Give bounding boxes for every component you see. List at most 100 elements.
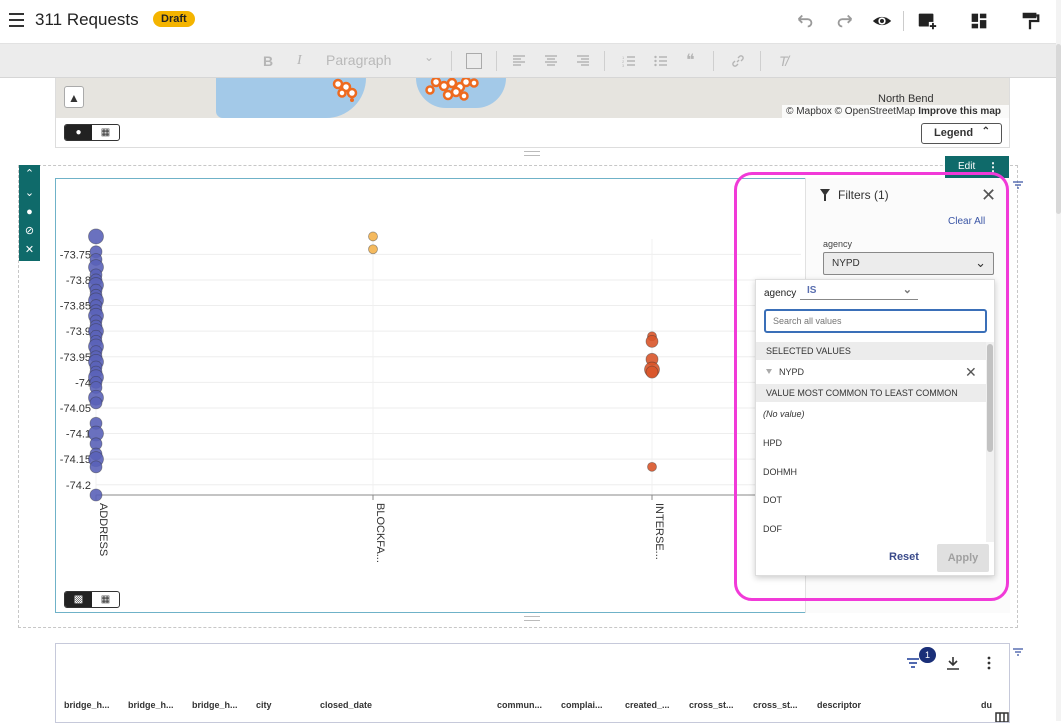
table-filter-icon[interactable] <box>906 657 920 669</box>
improve-map-link[interactable]: Improve this map <box>918 106 1001 117</box>
widget-side-tools: ⌃ ⌄ ● ⊘ ✕ <box>19 165 40 261</box>
more-options-icon[interactable]: ⋮ <box>987 160 999 174</box>
dropdown-scrollbar[interactable] <box>986 342 994 542</box>
x-tick-label: INTERSE... <box>653 503 665 560</box>
table-view-icon[interactable]: ▦ <box>92 592 119 607</box>
column-header[interactable]: cross_st... <box>689 700 734 710</box>
close-icon[interactable]: ✕ <box>981 185 996 206</box>
border-box-icon[interactable] <box>466 53 482 69</box>
align-right-icon[interactable] <box>576 54 590 68</box>
filter-values-dropdown: agency IS ⌄ SELECTED VALUES NYPD ✕ VALUE… <box>755 279 995 576</box>
agency-filter-select[interactable]: NYPD ⌄ <box>823 252 994 275</box>
search-values-input[interactable] <box>764 309 987 333</box>
page-title: 311 Requests <box>35 10 139 29</box>
value-option[interactable]: (No value) <box>763 409 805 419</box>
bullet-list-icon[interactable] <box>654 54 668 68</box>
map-compass-button[interactable]: ▲ <box>64 86 84 108</box>
resize-handle[interactable] <box>524 151 540 156</box>
selected-value-label: NYPD <box>779 367 805 377</box>
value-option[interactable]: DOF <box>763 524 782 534</box>
column-header[interactable]: created_... <box>625 700 670 710</box>
apply-button[interactable]: Apply <box>937 544 989 572</box>
column-header[interactable]: complai... <box>561 700 603 710</box>
column-header[interactable]: commun... <box>497 700 542 710</box>
numbered-list-icon[interactable]: 123 <box>622 54 636 68</box>
move-down-icon[interactable]: ⌄ <box>19 184 40 203</box>
resize-handle[interactable] <box>524 616 540 621</box>
value-option[interactable]: DOT <box>763 495 782 505</box>
align-center-icon[interactable] <box>544 54 558 68</box>
remove-icon[interactable]: ✕ <box>19 241 40 260</box>
download-icon[interactable] <box>946 656 960 670</box>
column-header[interactable]: city <box>256 700 272 710</box>
y-tick-label: -73.85 <box>60 301 91 313</box>
map-attribution: © Mapbox © OpenStreetMap Improve this ma… <box>782 105 1009 118</box>
y-tick-label: -74.2 <box>66 480 91 492</box>
blockquote-icon[interactable]: ❝ <box>686 50 695 70</box>
x-tick-label: BLOCKFA... <box>374 503 386 563</box>
map-view[interactable]: ▲ North Bend © Mapbox © OpenStreetMap Im… <box>55 78 1010 118</box>
map-markers <box>332 78 479 102</box>
column-header[interactable]: bridge_h... <box>128 700 174 710</box>
format-paint-icon[interactable] <box>1019 10 1041 32</box>
data-point <box>89 396 103 410</box>
scatter-chart[interactable]: -73.75-73.8-73.85-73.9-73.95-74-74.05-74… <box>56 179 806 584</box>
table-view-icon[interactable]: ▦ <box>92 125 119 140</box>
draft-badge: Draft <box>153 11 195 27</box>
value-option[interactable]: HPD <box>763 438 782 448</box>
clear-all-link[interactable]: Clear All <box>948 216 985 227</box>
scrollbar-thumb[interactable] <box>987 344 993 452</box>
data-point <box>88 228 104 245</box>
column-header[interactable]: du <box>981 700 992 710</box>
widget-filter-icon[interactable] <box>1012 180 1024 190</box>
column-header[interactable]: bridge_h... <box>192 700 238 710</box>
layout-icon[interactable] <box>968 10 990 32</box>
agency-filter-value: NYPD <box>832 258 860 269</box>
paragraph-select[interactable]: Paragraph ⌄ <box>326 50 438 72</box>
redo-icon[interactable] <box>834 10 856 32</box>
filter-funnel-icon <box>820 189 830 201</box>
clear-format-icon[interactable]: T̸ <box>779 53 788 69</box>
more-options-icon[interactable] <box>986 656 992 670</box>
selected-values-header: SELECTED VALUES <box>756 342 986 360</box>
page-scrollbar[interactable] <box>1056 0 1061 721</box>
chart-view-icon[interactable]: ▩ <box>65 592 92 607</box>
column-header[interactable]: closed_date <box>320 700 372 710</box>
edit-tab[interactable]: Edit ⋮ <box>945 156 1009 178</box>
y-tick-label: -74.05 <box>60 403 91 415</box>
widget-filter-icon[interactable] <box>1012 647 1024 657</box>
reset-button[interactable]: Reset <box>889 551 919 563</box>
column-header[interactable]: descriptor <box>817 700 861 710</box>
italic-button[interactable]: I <box>297 53 302 69</box>
data-point <box>647 461 657 472</box>
value-option[interactable]: DOHMH <box>763 467 797 477</box>
bold-button[interactable]: B <box>263 53 273 69</box>
column-header[interactable]: cross_st... <box>753 700 798 710</box>
chevron-up-icon: ⌃ <box>981 126 990 137</box>
map-pin-icon[interactable]: ● <box>65 125 92 140</box>
hide-icon[interactable]: ⊘ <box>19 222 40 241</box>
map-view-toggle[interactable]: ● ▦ <box>64 124 120 141</box>
data-point <box>645 334 659 348</box>
hamburger-menu-icon[interactable] <box>9 13 24 27</box>
toolbar-divider <box>713 51 714 71</box>
undo-icon[interactable] <box>794 10 816 32</box>
operator-select[interactable]: IS ⌄ <box>800 284 918 300</box>
y-tick-label: -73.95 <box>60 352 91 364</box>
remove-value-icon[interactable]: ✕ <box>965 364 977 381</box>
data-point <box>89 460 103 474</box>
align-left-icon[interactable] <box>512 54 526 68</box>
color-drop-icon[interactable]: ● <box>19 203 40 222</box>
chart-view-toggle[interactable]: ▩ ▦ <box>64 591 120 608</box>
column-header[interactable]: bridge_h... <box>64 700 110 710</box>
selected-value-row[interactable]: NYPD ✕ <box>756 363 986 383</box>
link-icon[interactable] <box>731 54 745 68</box>
common-values-header: VALUE MOST COMMON TO LEAST COMMON <box>756 384 986 402</box>
filter-count-badge: 1 <box>919 647 936 663</box>
legend-button[interactable]: Legend ⌃ <box>921 123 1002 144</box>
add-widget-icon[interactable] <box>916 10 938 32</box>
scrollbar-thumb[interactable] <box>1056 44 1061 214</box>
preview-eye-icon[interactable] <box>871 10 893 32</box>
data-point <box>645 365 659 379</box>
move-up-icon[interactable]: ⌃ <box>19 165 40 184</box>
